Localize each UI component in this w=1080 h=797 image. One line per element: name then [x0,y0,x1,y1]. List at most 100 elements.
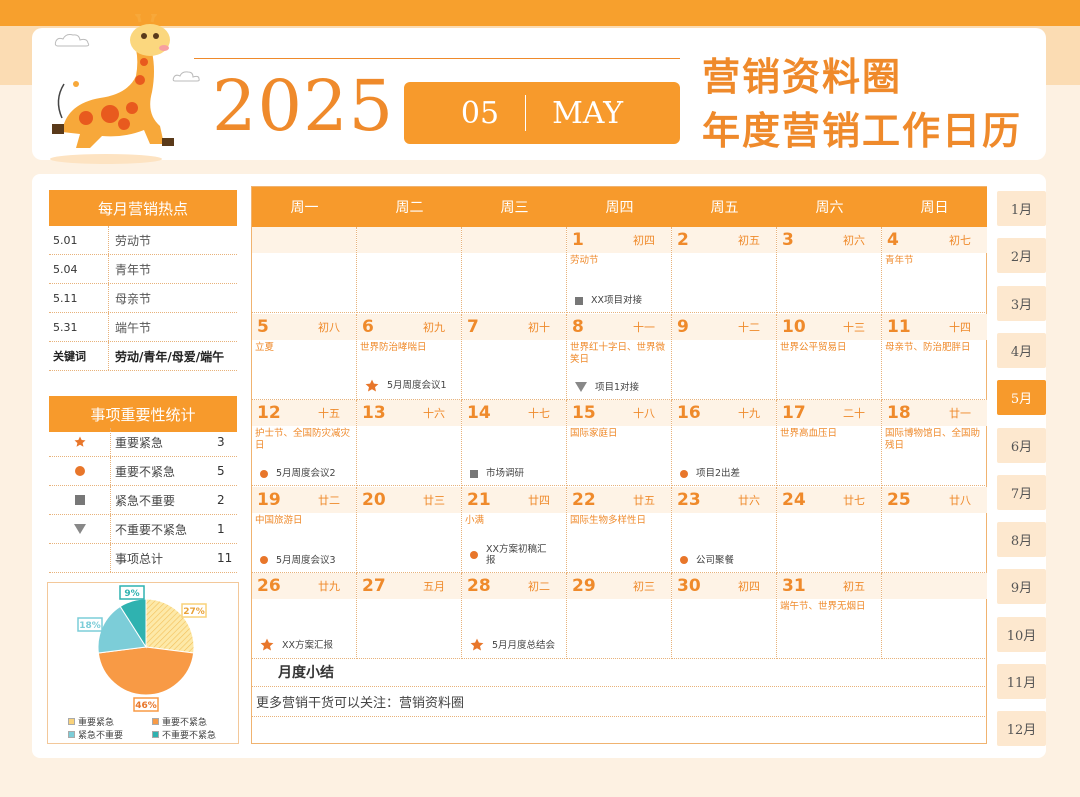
calendar-day-cell[interactable]: 29 初三 [567,573,672,659]
calendar-day-cell[interactable]: 2 初五 [672,227,777,313]
calendar-day-cell[interactable] [252,227,357,313]
month-tab[interactable]: 9月 [997,569,1046,605]
month-tab[interactable]: 1月 [997,191,1046,226]
calendar-day-cell[interactable]: 21 廿四 小满 XX方案初稿汇报 [462,486,567,573]
lunar-date: 初二 [528,580,550,593]
day-header: 1 初四 [567,227,671,253]
calendar-day-cell[interactable]: 26 廿九 XX方案汇报 [252,573,357,659]
day-header: 21 廿四 [462,486,566,513]
circle-icon [260,556,268,564]
calendar-day-cell[interactable]: 1 初四 劳动节 XX项目对接 [567,227,672,313]
month-tab[interactable]: 7月 [997,474,1046,510]
calendar-day-cell[interactable]: 5 初八 立夏 [252,313,357,400]
calendar-day-cell[interactable] [357,227,462,313]
calendar-day-cell[interactable]: 7 初十 [462,313,567,400]
lunar-date: 五月 [423,580,445,593]
month-tab[interactable]: 5月 [997,380,1046,416]
month-tab[interactable]: 11月 [997,664,1046,699]
legend-item: 不重要不紧急 [152,728,216,741]
calendar-day-cell[interactable]: 30 初四 [672,573,777,659]
event-item[interactable]: XX方案初稿汇报 [470,544,556,566]
month-tab[interactable]: 10月 [997,616,1046,652]
month-tab[interactable]: 2月 [997,238,1046,274]
event-item[interactable]: 5月月度总结会 [470,638,555,652]
calendar-day-cell[interactable] [882,573,987,659]
calendar-day-cell[interactable]: 9 十二 [672,313,777,400]
day-header [462,227,566,253]
calendar-day-cell[interactable]: 28 初二 5月月度总结会 [462,573,567,659]
event-text: 公司聚餐 [696,554,735,566]
festival-label [672,426,776,428]
event-item[interactable]: XX项目对接 [575,295,642,306]
calendar-day-cell[interactable]: 3 初六 [777,227,882,313]
circle-icon [680,556,688,564]
lunar-date: 十六 [423,407,445,420]
lunar-date: 廿四 [528,493,550,507]
calendar-day-cell[interactable] [462,227,567,313]
month-tab[interactable]: 8月 [997,522,1046,558]
lunar-date: 初四 [633,234,655,247]
calendar-day-cell[interactable]: 23 廿六 公司聚餐 [672,486,777,573]
calendar-day-cell[interactable]: 14 十七 市场调研 [462,400,567,486]
calendar-day-cell[interactable]: 8 十一 世界红十字日、世界微笑日 项目1对接 [567,313,672,400]
event-item[interactable]: 5月周度会议1 [365,379,447,393]
calendar-day-cell[interactable]: 20 廿三 [357,486,462,573]
calendar-day-cell[interactable]: 31 初五 端午节、世界无烟日 [777,573,882,659]
pie-label: 9% [124,589,139,599]
month-divider [525,95,527,131]
day-header: 19 廿二 [252,486,356,513]
calendar-day-cell[interactable]: 12 十五 护士节、全国防灾减灾日 5月周度会议2 [252,400,357,486]
calendar-title: 年度营销工作日历 [702,109,1023,153]
stats-row: 重要不紧急 5 [49,457,237,486]
day-header: 17 二十 [777,400,881,426]
event-text: XX方案汇报 [282,639,334,651]
event-item[interactable]: XX方案汇报 [260,638,333,652]
festival-label [252,253,356,255]
calendar-day-cell[interactable]: 13 十六 [357,400,462,486]
calendar-day-cell[interactable]: 6 初九 世界防治哮喘日 5月周度会议1 [357,313,462,400]
lunar-date: 十八 [633,407,655,420]
calendar-day-cell[interactable]: 10 十三 世界公平贸易日 [777,313,882,400]
star-icon [470,638,484,651]
pie-label: 27% [183,607,205,617]
calendar-day-cell[interactable]: 17 二十 世界高血压日 [777,400,882,486]
event-item[interactable]: 项目2出差 [680,468,740,479]
month-tab[interactable]: 12月 [997,711,1046,747]
stats-label: 不重要不紧急 [115,522,188,537]
weekday-label: 周一 [290,200,319,216]
event-text: 项目2出差 [696,468,741,479]
festival-label [672,599,776,601]
star-icon [260,638,274,651]
day-number: 15 [572,403,596,423]
event-item[interactable]: 项目1对接 [575,382,639,393]
month-tab[interactable]: 4月 [997,332,1046,368]
calendar-day-cell[interactable]: 27 五月 [357,573,462,659]
calendar-day-cell[interactable]: 22 廿五 国际生物多样性日 [567,486,672,573]
day-number: 21 [467,489,491,510]
event-item[interactable]: 5月周度会议2 [260,468,336,479]
lunar-date: 初六 [843,234,865,247]
festival-label [462,340,566,342]
lunar-date: 十一 [633,320,655,334]
calendar-day-cell[interactable]: 11 十四 母亲节、防治肥胖日 [882,313,987,400]
lunar-date: 廿一 [949,407,971,420]
festival-label: 世界防治哮喘日 [360,341,427,353]
event-item[interactable]: 市场调研 [470,468,524,479]
day-number: 28 [467,576,491,596]
lunar-date: 廿六 [738,493,760,507]
calendar-day-cell[interactable]: 16 十九 项目2出差 [672,400,777,486]
month-tab[interactable]: 6月 [997,427,1046,463]
event-item[interactable]: 公司聚餐 [680,555,734,566]
circle-icon [260,469,268,478]
calendar-day-cell[interactable]: 19 廿二 中国旅游日 5月周度会议3 [252,486,357,573]
event-text: 市场调研 [486,468,525,479]
event-item[interactable]: 5月周度会议3 [260,555,336,566]
calendar-day-cell[interactable]: 25 廿八 [882,486,987,573]
calendar-day-cell[interactable]: 15 十八 国际家庭日 [567,400,672,486]
calendar-day-cell[interactable]: 4 初七 青年节 [882,227,987,313]
day-number: 14 [467,403,491,423]
calendar-day-cell[interactable]: 24 廿七 [777,486,882,573]
stats-row: 重要紧急 3 [49,428,237,457]
month-tab[interactable]: 3月 [997,285,1046,321]
calendar-day-cell[interactable]: 18 廿一 国际博物馆日、全国助残日 [882,400,987,486]
